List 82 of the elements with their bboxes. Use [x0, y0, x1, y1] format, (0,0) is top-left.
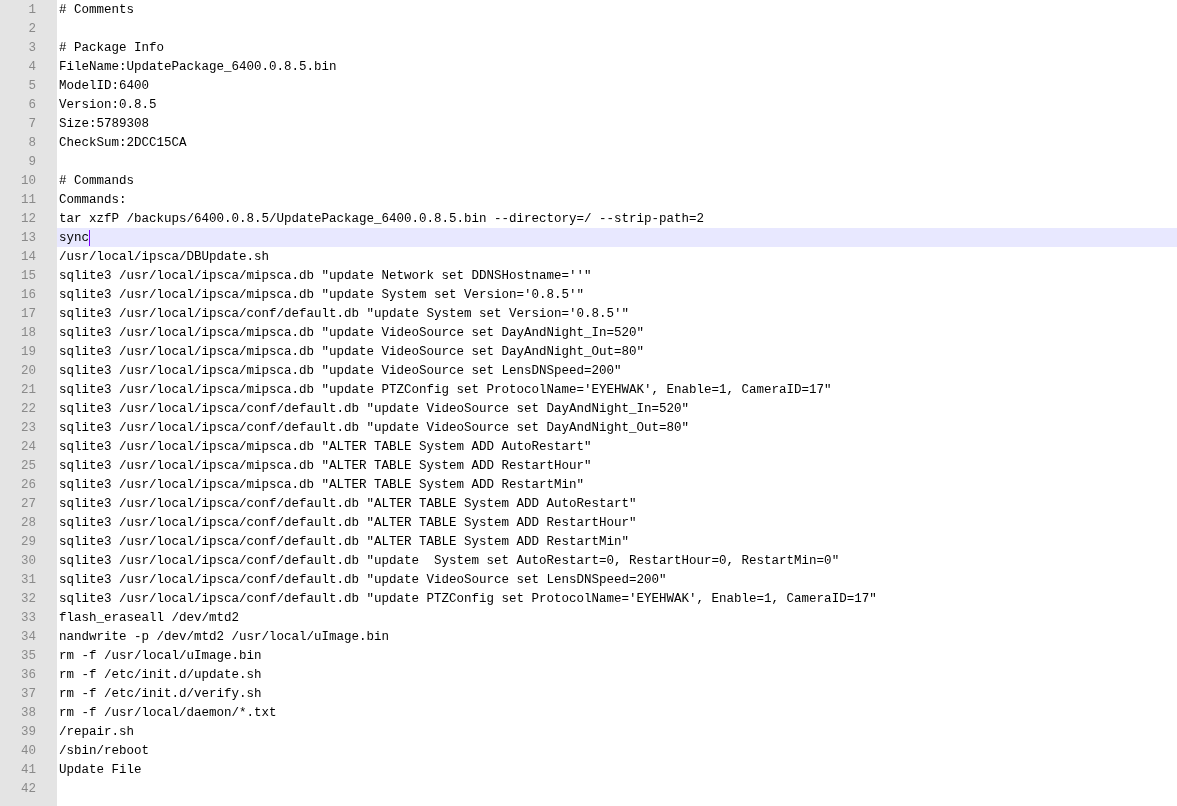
line-number: 11 [20, 192, 36, 207]
code-line: Commands: [59, 192, 127, 207]
code-line: ModelID:6400 [59, 78, 149, 93]
code-line: sqlite3 /usr/local/ipsca/mipsca.db "update Network set DDNSHostname=''" [59, 268, 592, 283]
code-line: # Comments [59, 2, 134, 17]
code-line: sqlite3 /usr/local/ipsca/mipsca.db "update VideoSource set DayAndNight_Out=80" [59, 344, 645, 359]
line-number: 9 [27, 154, 36, 169]
line-number: 18 [20, 325, 36, 340]
line-number: 4 [27, 59, 36, 74]
line-number: 3 [27, 40, 36, 55]
line-number: 38 [20, 705, 36, 720]
line-number: 15 [20, 268, 36, 283]
line-number: 1 [27, 2, 36, 17]
line-number: 12 [20, 211, 36, 226]
line-number: 8 [27, 135, 36, 150]
code-line: Size:5789308 [59, 116, 149, 131]
line-number: 39 [20, 724, 36, 739]
line-number: 10 [20, 173, 36, 188]
code-line: nandwrite -p /dev/mtd2 /usr/local/uImage.bin [59, 629, 390, 644]
line-number: 25 [20, 458, 36, 473]
line-number: 30 [20, 553, 36, 568]
code-line: rm -f /usr/local/daemon/*.txt [59, 705, 277, 720]
code-line: tar xzfP /backups/6400.0.8.5/UpdatePackage_6400.0.8.5.bin --directory=/ --strip-path=2 [59, 211, 705, 226]
code-line: sqlite3 /usr/local/ipsca/conf/default.db "update VideoSource set DayAndNight_In=520" [59, 401, 690, 416]
code-line: sqlite3 /usr/local/ipsca/conf/default.db "update System set Version='0.8.5'" [59, 306, 630, 321]
code-line: CheckSum:2DCC15CA [59, 135, 187, 150]
code-line: # Package Info [59, 40, 165, 55]
code-line: /repair.sh [59, 724, 134, 739]
line-number: 34 [20, 629, 36, 644]
code-line: Update File [59, 762, 142, 777]
code-line: sqlite3 /usr/local/ipsca/mipsca.db "update PTZConfig set ProtocolName='EYEHWAK', Enable=1, CameraID=17" [59, 382, 832, 397]
line-number: 40 [20, 743, 36, 758]
line-number: 13 [20, 230, 36, 245]
code-line: FileName:UpdatePackage_6400.0.8.5.bin [59, 59, 337, 74]
code-line: flash_eraseall /dev/mtd2 [59, 610, 240, 625]
line-number: 37 [20, 686, 36, 701]
code-line: sqlite3 /usr/local/ipsca/mipsca.db "ALTER TABLE System ADD RestartMin" [59, 477, 585, 492]
code-line: sqlite3 /usr/local/ipsca/conf/default.db "update VideoSource set DayAndNight_Out=80" [59, 420, 690, 435]
code-line: # Commands [59, 173, 134, 188]
line-number: 26 [20, 477, 36, 492]
line-number: 29 [20, 534, 36, 549]
code-line: sqlite3 /usr/local/ipsca/conf/default.db "ALTER TABLE System ADD AutoRestart" [59, 496, 637, 511]
code-line: rm -f /etc/init.d/update.sh [59, 667, 262, 682]
code-line: sqlite3 /usr/local/ipsca/mipsca.db "ALTER TABLE System ADD AutoRestart" [59, 439, 592, 454]
code-line: sqlite3 /usr/local/ipsca/conf/default.db "update VideoSource set LensDNSpeed=200" [59, 572, 667, 587]
line-number: 16 [20, 287, 36, 302]
line-number: 36 [20, 667, 36, 682]
line-number: 33 [20, 610, 36, 625]
line-number: 31 [20, 572, 36, 587]
code-line: rm -f /etc/init.d/verify.sh [59, 686, 262, 701]
code-line: sqlite3 /usr/local/ipsca/mipsca.db "ALTER TABLE System ADD RestartHour" [59, 458, 592, 473]
code-line: Version:0.8.5 [59, 97, 157, 112]
code-line: /sbin/reboot [59, 743, 149, 758]
line-number: 41 [20, 762, 36, 777]
line-number: 35 [20, 648, 36, 663]
line-number: 23 [20, 420, 36, 435]
code-line: sqlite3 /usr/local/ipsca/mipsca.db "update VideoSource set LensDNSpeed=200" [59, 363, 622, 378]
line-number: 6 [27, 97, 36, 112]
line-number: 32 [20, 591, 36, 606]
line-number: 14 [20, 249, 36, 264]
line-number: 27 [20, 496, 36, 511]
code-line: sqlite3 /usr/local/ipsca/conf/default.db "ALTER TABLE System ADD RestartMin" [59, 534, 630, 549]
line-number: 42 [20, 781, 36, 796]
line-number: 24 [20, 439, 36, 454]
line-number: 5 [27, 78, 36, 93]
line-number: 2 [27, 21, 36, 36]
code-line: rm -f /usr/local/uImage.bin [59, 648, 262, 663]
code-line: sqlite3 /usr/local/ipsca/conf/default.db "update PTZConfig set ProtocolName='EYEHWAK', Enable=1, CameraID=17" [59, 591, 877, 606]
code-line: sqlite3 /usr/local/ipsca/conf/default.db "ALTER TABLE System ADD RestartHour" [59, 515, 637, 530]
line-number: 28 [20, 515, 36, 530]
line-number: 21 [20, 382, 36, 397]
line-number: 20 [20, 363, 36, 378]
line-number: 17 [20, 306, 36, 321]
code-line: /usr/local/ipsca/DBUpdate.sh [59, 249, 270, 264]
line-number: 19 [20, 344, 36, 359]
text-cursor [89, 229, 90, 246]
code-line: sqlite3 /usr/local/ipsca/conf/default.db "update System set AutoRestart=0, RestartHour=0, RestartMin=0" [59, 553, 840, 568]
code-line: sync [59, 230, 89, 245]
line-number: 22 [20, 401, 36, 416]
line-number: 7 [27, 116, 36, 131]
code-line: sqlite3 /usr/local/ipsca/mipsca.db "update System set Version='0.8.5'" [59, 287, 585, 302]
code-line: sqlite3 /usr/local/ipsca/mipsca.db "update VideoSource set DayAndNight_In=520" [59, 325, 645, 340]
